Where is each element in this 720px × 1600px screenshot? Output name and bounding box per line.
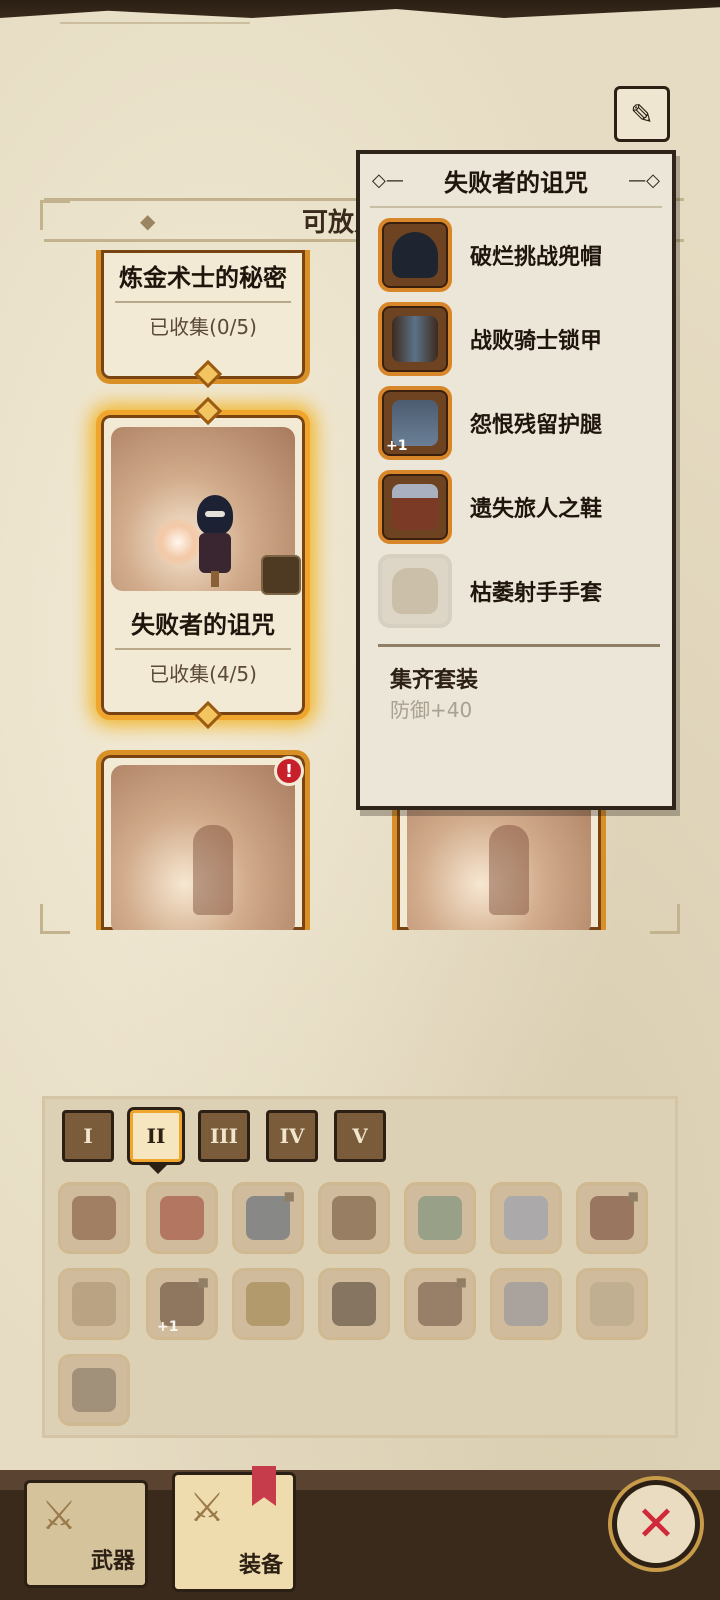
card-diamond-icon (193, 700, 223, 730)
card-diamond-icon (193, 396, 223, 426)
mannequin-stand (211, 571, 219, 587)
piece-name: 破烂挑战兜帽 (470, 245, 603, 270)
diamond-ornament-icon: ◇— (372, 170, 404, 191)
tier-tab-4[interactable]: IV (266, 1110, 318, 1162)
frame-corner-bottom-right (650, 904, 680, 934)
card-divider (115, 648, 291, 650)
edit-button[interactable]: ✎ (614, 86, 670, 142)
card-divider (115, 301, 291, 303)
equipment-slot[interactable] (576, 1268, 648, 1340)
set-piece-item[interactable]: +1 怨恨残留护腿 (378, 384, 668, 462)
figure-eyes (205, 511, 225, 517)
nav-label: 装备 (238, 1553, 283, 1578)
popup-title: 失败者的诅咒 (444, 168, 588, 197)
tier-tab-3[interactable]: III (198, 1110, 250, 1162)
character-portrait (111, 765, 295, 930)
set-bonus-label: 集齐套装 (390, 668, 479, 693)
lock-icon: ■ (627, 1189, 639, 1203)
piece-name: 怨恨残留护腿 (470, 413, 603, 438)
empty-slot-icon (261, 555, 301, 595)
card-name: 失败者的诅咒 (131, 611, 275, 639)
set-piece-item[interactable]: 枯萎射手手套 (378, 552, 668, 630)
equipment-slot[interactable] (58, 1354, 130, 1426)
glow-effect (155, 519, 201, 565)
upgrade-badge: +1 (157, 1319, 179, 1335)
hood-icon (378, 218, 452, 292)
card-diamond-icon (193, 359, 223, 389)
card-progress: 已收集(0/5) (149, 315, 257, 339)
character-figure (489, 825, 529, 915)
popup-divider (378, 644, 660, 647)
close-button[interactable]: ✕ (612, 1480, 700, 1568)
equipment-slot[interactable] (146, 1182, 218, 1254)
equipment-slot[interactable] (232, 1268, 304, 1340)
set-piece-item[interactable]: 遗失旅人之鞋 (378, 468, 668, 546)
equipment-slot[interactable]: ■ (576, 1182, 648, 1254)
piece-name: 战败骑士锁甲 (470, 329, 603, 354)
lock-icon: ■ (455, 1275, 467, 1289)
set-card-selected[interactable]: 失败者的诅咒 已收集(4/5) (96, 396, 310, 730)
equipment-slot[interactable] (318, 1268, 390, 1340)
sword-icon: ⚔ (189, 1485, 225, 1531)
equipment-slot[interactable] (58, 1182, 130, 1254)
set-piece-item[interactable]: 破烂挑战兜帽 (378, 216, 668, 294)
nav-tab-equipment[interactable]: ⚔ 装备 (172, 1472, 296, 1592)
upgrade-badge: +1 (386, 438, 408, 454)
active-tier-pointer (148, 1164, 168, 1174)
tier-tab-2[interactable]: II (130, 1110, 182, 1162)
equipment-slot[interactable] (404, 1182, 476, 1254)
set-detail-popup: ◇— 失败者的诅咒 —◇ 破烂挑战兜帽 战败骑士锁甲 +1 怨恨残留护腿 遗失旅… (356, 150, 676, 810)
set-bonus-value: 防御+40 (390, 698, 473, 722)
equipment-slot[interactable] (318, 1182, 390, 1254)
armor-icon (378, 302, 452, 376)
tier-tab-5[interactable]: V (334, 1110, 386, 1162)
popup-header: ◇— 失败者的诅咒 —◇ (360, 154, 672, 206)
equipment-slot[interactable]: ■ (404, 1268, 476, 1340)
close-icon: ✕ (635, 1496, 677, 1552)
hooded-figure-body (199, 533, 231, 573)
equipment-slot[interactable] (490, 1268, 562, 1340)
lock-icon: ■ (283, 1189, 295, 1203)
tier-tab-1[interactable]: I (62, 1110, 114, 1162)
popup-divider (370, 206, 662, 208)
top-divider (60, 22, 250, 24)
equipment-slot[interactable] (58, 1268, 130, 1340)
set-card-alchemist[interactable]: 炼金术士的秘密 已收集(0/5) (96, 250, 310, 389)
piece-name: 遗失旅人之鞋 (470, 497, 603, 522)
card-progress: 已收集(4/5) (149, 662, 257, 686)
character-figure (193, 825, 233, 915)
piece-name: 枯萎射手手套 (470, 581, 603, 606)
set-piece-item[interactable]: 战败骑士锁甲 (378, 300, 668, 378)
equipment-slot[interactable] (490, 1182, 562, 1254)
equipment-slot[interactable]: ■ +1 (146, 1268, 218, 1340)
diamond-ornament-icon: —◇ (628, 170, 660, 191)
top-frame-border (0, 0, 720, 18)
glove-icon (378, 554, 452, 628)
equipment-slot[interactable]: ■ (232, 1182, 304, 1254)
alert-badge: ! (274, 756, 304, 786)
lock-icon: ■ (197, 1275, 209, 1289)
nav-tab-weapons[interactable]: ⚔ 武器 (24, 1480, 148, 1588)
frame-corner-bottom-left (40, 904, 70, 934)
boots-icon (378, 470, 452, 544)
pen-icon: ✎ (630, 97, 654, 131)
sword-icon: ⚔ (41, 1493, 77, 1539)
card-name: 炼金术士的秘密 (119, 264, 287, 292)
diamond-ornament-icon: ◆ (140, 209, 156, 233)
frame-corner-top-left (40, 200, 70, 230)
nav-label: 武器 (90, 1549, 135, 1574)
character-portrait (111, 427, 301, 595)
leggings-icon: +1 (378, 386, 452, 460)
